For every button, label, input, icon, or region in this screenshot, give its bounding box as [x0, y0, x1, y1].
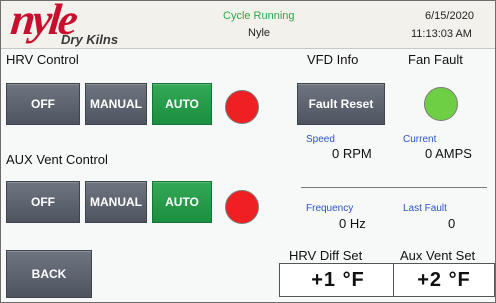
- aux-auto-button[interactable]: AUTO: [152, 181, 212, 223]
- time-display: 11:13:03 AM: [411, 28, 472, 40]
- last-fault-label: Last Fault: [403, 203, 447, 214]
- cycle-status: Cycle Running: [223, 10, 295, 22]
- aux-manual-button[interactable]: MANUAL: [85, 181, 147, 223]
- speed-value: 0 RPM: [332, 146, 372, 161]
- aux-vent-control-title: AUX Vent Control: [6, 152, 108, 167]
- date-display: 6/15/2020: [425, 10, 474, 22]
- vfd-info-title: VFD Info: [307, 52, 359, 67]
- fault-reset-button[interactable]: Fault Reset: [297, 83, 385, 125]
- aux-vent-set-field[interactable]: +2 °F: [393, 263, 495, 297]
- info-divider: [301, 187, 487, 188]
- fan-fault-title: Fan Fault: [408, 52, 463, 67]
- hrv-diff-set-field[interactable]: +1 °F: [279, 263, 397, 297]
- fan-fault-indicator: [424, 87, 458, 121]
- current-value: 0 AMPS: [425, 146, 472, 161]
- frequency-label: Frequency: [306, 203, 354, 214]
- speed-label: Speed: [306, 134, 335, 145]
- last-fault-value: 0: [448, 216, 456, 231]
- sub-status: Nyle: [248, 27, 271, 39]
- aux-vent-set-label: Aux Vent Set: [400, 248, 476, 263]
- hrv-auto-button[interactable]: AUTO: [152, 83, 212, 125]
- frequency-value: 0 Hz: [339, 216, 366, 231]
- header-bar: nyle Dry Kilns Cycle Running Nyle 6/15/2…: [1, 0, 495, 49]
- back-button[interactable]: BACK: [6, 250, 92, 298]
- hrv-manual-button[interactable]: MANUAL: [85, 83, 147, 125]
- hrv-status-indicator: [225, 90, 259, 124]
- current-label: Current: [403, 134, 437, 145]
- logo-subtitle: Dry Kilns: [61, 32, 119, 47]
- aux-off-button[interactable]: OFF: [6, 181, 80, 223]
- hrv-off-button[interactable]: OFF: [6, 83, 80, 125]
- aux-status-indicator: [225, 190, 259, 224]
- hrv-diff-set-label: HRV Diff Set: [289, 248, 363, 263]
- hrv-control-title: HRV Control: [6, 52, 79, 67]
